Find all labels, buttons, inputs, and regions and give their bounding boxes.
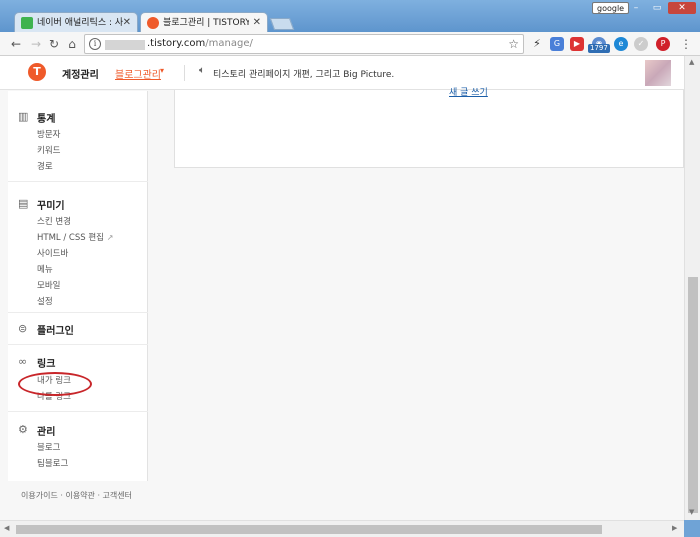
sidebar-title-admin[interactable]: 관리 [37,423,55,438]
check-extension-icon[interactable]: ✓ [634,37,648,51]
sidebar-title-design[interactable]: 꾸미기 [37,197,65,212]
browser-menu-icon[interactable]: ⋮ [680,36,692,52]
maximize-button[interactable]: ▭ [648,2,666,14]
sidebar-section-admin: ⚙ 관리 블로그 팀블로그 [8,412,148,481]
scroll-up-icon[interactable]: ▲ [689,58,694,66]
footer-link-guide[interactable]: 이용가이드 [21,491,58,500]
footer-link-support[interactable]: 고객센터 [103,491,132,500]
plugin-icon: ⊜ [18,322,28,335]
pinterest-extension-icon[interactable]: P [656,37,670,51]
sidebar-section-design: ▤ 꾸미기 스킨 변경 HTML / CSS 편집 ↗ 사이드바 메뉴 모바일 … [8,182,148,313]
sidebar-title-plugin[interactable]: 플러그인 [37,322,74,337]
home-icon[interactable]: ⌂ [64,36,80,52]
url-redacted [105,40,145,50]
sidebar-item-team-blog[interactable]: 팀블로그 [37,457,68,469]
translate-extension-icon[interactable]: G [550,37,564,51]
forward-icon[interactable]: → [28,36,44,52]
scroll-right-icon[interactable]: ▶ [672,524,677,532]
sidebar-item-skin[interactable]: 스킨 변경 [37,215,71,227]
sidebar-item-visitors[interactable]: 방문자 [37,128,60,140]
blog-manage-link[interactable]: 블로그관리 [115,66,161,81]
record-extension-icon[interactable]: ▶ [570,37,584,51]
gear-icon: ⚙ [18,423,28,436]
sidebar-title-stats[interactable]: 통계 [37,110,55,125]
sidebar-section-plugin: ⊜ 플러그인 [8,313,148,345]
new-tab-button[interactable] [269,18,295,30]
sidebar-item-menu[interactable]: 메뉴 [37,263,53,275]
external-link-icon: ↗ [106,233,114,242]
tab-tistory-manage[interactable]: 블로그관리 | TISTORY ✕ [140,12,268,32]
sidebar-item-sidebar[interactable]: 사이드바 [37,247,68,259]
title-bar: 네이버 애널리틱스 : 사이 ✕ 블로그관리 | TISTORY ✕ googl… [0,0,700,32]
divider [184,65,185,81]
bookmark-star-icon[interactable]: ☆ [508,37,519,51]
close-window-button[interactable]: ✕ [668,2,696,14]
avatar[interactable] [645,60,671,86]
tab-label: 네이버 애널리틱스 : 사이 [37,18,123,28]
address-bar[interactable]: i .tistory.com/manage/ ☆ [84,34,524,54]
account-chip[interactable]: google [592,2,630,14]
minimize-button[interactable]: – [626,2,646,14]
layout-icon: ▤ [18,197,29,210]
chevron-down-icon[interactable]: ▾ [160,66,164,75]
vertical-scroll-thumb[interactable] [688,277,698,513]
sidebar-item-html-css[interactable]: HTML / CSS 편집 ↗ [37,231,113,243]
edge-extension-icon[interactable]: e [614,37,628,51]
url-text: .tistory.com/manage/ [147,38,253,49]
bar-chart-icon: ▥ [18,110,29,123]
scroll-left-icon[interactable]: ◀ [4,524,9,532]
footer-separator: · [60,491,63,500]
account-manage-link[interactable]: 계정관리 [62,66,99,81]
tab-naver-analytics[interactable]: 네이버 애널리틱스 : 사이 ✕ [14,12,138,32]
reload-icon[interactable]: ↻ [46,36,62,52]
scroll-down-icon[interactable]: ▼ [689,508,694,516]
horizontal-scroll-thumb[interactable] [16,525,602,534]
naver-analytics-favicon-icon [21,17,33,29]
page-viewport: T 계정관리 블로그관리 ▾ 🔈︎ 티스토리 관리페이지 개편, 그리고 Big… [0,56,684,520]
sidebar-item-mobile[interactable]: 모바일 [37,279,60,291]
site-info-icon[interactable]: i [89,38,101,50]
link-icon: ∞ [18,355,28,368]
back-icon[interactable]: ← [8,36,24,52]
footer-link-terms[interactable]: 이용약관 [65,491,94,500]
content-card: 새 글 쓰기 [174,88,684,168]
tistory-header: T 계정관리 블로그관리 ▾ 🔈︎ 티스토리 관리페이지 개편, 그리고 Big… [0,56,684,90]
sidebar-item-settings[interactable]: 설정 [37,295,53,307]
sidebar-item-blog[interactable]: 블로그 [37,441,60,453]
footer-separator: · [97,491,100,500]
sidebar: ▥ 통계 방문자 키워드 경로 ▤ 꾸미기 스킨 변경 HTML / CSS 편… [8,91,148,481]
sidebar-section-stats: ▥ 통계 방문자 키워드 경로 [8,91,148,182]
vertical-scrollbar[interactable]: ▲ ▼ [684,56,700,520]
tistory-favicon-icon [147,17,159,29]
lightning-extension-icon[interactable]: ⚡ [530,37,544,51]
new-post-link[interactable]: 새 글 쓰기 [449,85,488,98]
browser-window: 네이버 애널리틱스 : 사이 ✕ 블로그관리 | TISTORY ✕ googl… [0,0,700,537]
notice-link[interactable]: 티스토리 관리페이지 개편, 그리고 Big Picture. [213,67,394,80]
extension-badge: 1797 [588,44,610,53]
tab-label: 블로그관리 | TISTORY [163,18,249,28]
tab-close-icon[interactable]: ✕ [123,13,131,33]
sidebar-item-keywords[interactable]: 키워드 [37,144,60,156]
footer-links: 이용가이드 · 이용약관 · 고객센터 [21,490,132,501]
horizontal-scrollbar[interactable]: ◀ ▶ [0,520,684,537]
sidebar-title-links[interactable]: 링크 [37,355,55,370]
sidebar-item-referrers[interactable]: 경로 [37,160,53,172]
tab-close-icon[interactable]: ✕ [253,13,261,33]
highlight-circle-annotation [18,372,92,396]
speaker-icon: 🔈︎ [199,65,205,76]
tistory-logo-icon[interactable]: T [28,63,46,81]
